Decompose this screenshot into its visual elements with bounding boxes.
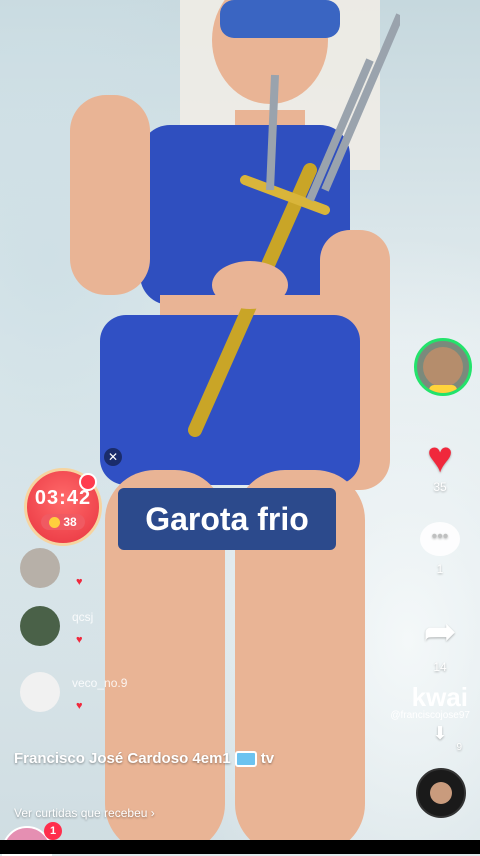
comment-icon: ••• (420, 522, 460, 556)
close-icon[interactable]: ✕ (104, 448, 122, 466)
viewer-item[interactable]: qcsj ♥ (20, 604, 190, 648)
tv-icon (234, 751, 257, 768)
viewer-avatar (20, 606, 60, 646)
viewer-avatar (20, 548, 60, 588)
host-avatar-image (423, 347, 463, 387)
host-avatar[interactable] (414, 338, 472, 396)
download-icon: ⬇ (432, 723, 448, 743)
live-caption: Garota frio (118, 488, 336, 550)
heart-icon: ♥ (76, 576, 83, 588)
viewer-avatar (20, 672, 60, 712)
share-count: 14 (433, 660, 447, 674)
comment-count: 1 (436, 562, 444, 576)
live-timer-badge[interactable]: 03:42 38 (24, 468, 102, 546)
heart-icon: ♥ (76, 700, 83, 712)
music-avatar (430, 782, 452, 804)
left-arm (70, 95, 150, 295)
video-content (70, 0, 400, 854)
heart-icon: ♥ (426, 433, 454, 482)
download-button[interactable]: ⬇ 9 (408, 724, 472, 753)
comment-button[interactable]: ••• 1 (408, 522, 472, 576)
coin-count: 38 (41, 514, 85, 530)
viewer-name: qcsj (72, 610, 94, 624)
viewer-name: veco_no.9 (72, 676, 128, 690)
hand (212, 261, 288, 309)
notification-badge: 1 (44, 822, 62, 840)
like-button[interactable]: ♥ 35 (408, 433, 472, 495)
viewer-item[interactable]: ♥ (20, 546, 190, 590)
creator-handle: @franciscojose97 (390, 710, 470, 721)
viewer-item[interactable]: veco_no.9 ♥ (20, 670, 190, 714)
bottom-bar (0, 840, 480, 854)
kwai-logo: kwai (411, 682, 468, 712)
share-button[interactable]: ➦ 14 (408, 612, 472, 674)
coin-count-label: 38 (63, 515, 77, 529)
author-name-suffix: tv (260, 750, 275, 767)
share-icon: ➦ (423, 610, 457, 654)
download-count: 9 (456, 742, 462, 753)
live-indicator (429, 385, 457, 393)
see-received-likes-link[interactable]: Ver curtidas que recebeu › (14, 806, 155, 820)
blue-mask (220, 0, 340, 38)
heart-icon: ♥ (76, 634, 83, 646)
music-disc[interactable] (416, 768, 466, 818)
coin-icon (49, 516, 61, 528)
author-name[interactable]: Francisco José Cardoso 4em1 tv (14, 750, 275, 768)
author-name-text: Francisco José Cardoso 4em1 (14, 750, 231, 767)
like-count: 35 (433, 480, 447, 494)
timer-notification-dot (79, 473, 97, 491)
